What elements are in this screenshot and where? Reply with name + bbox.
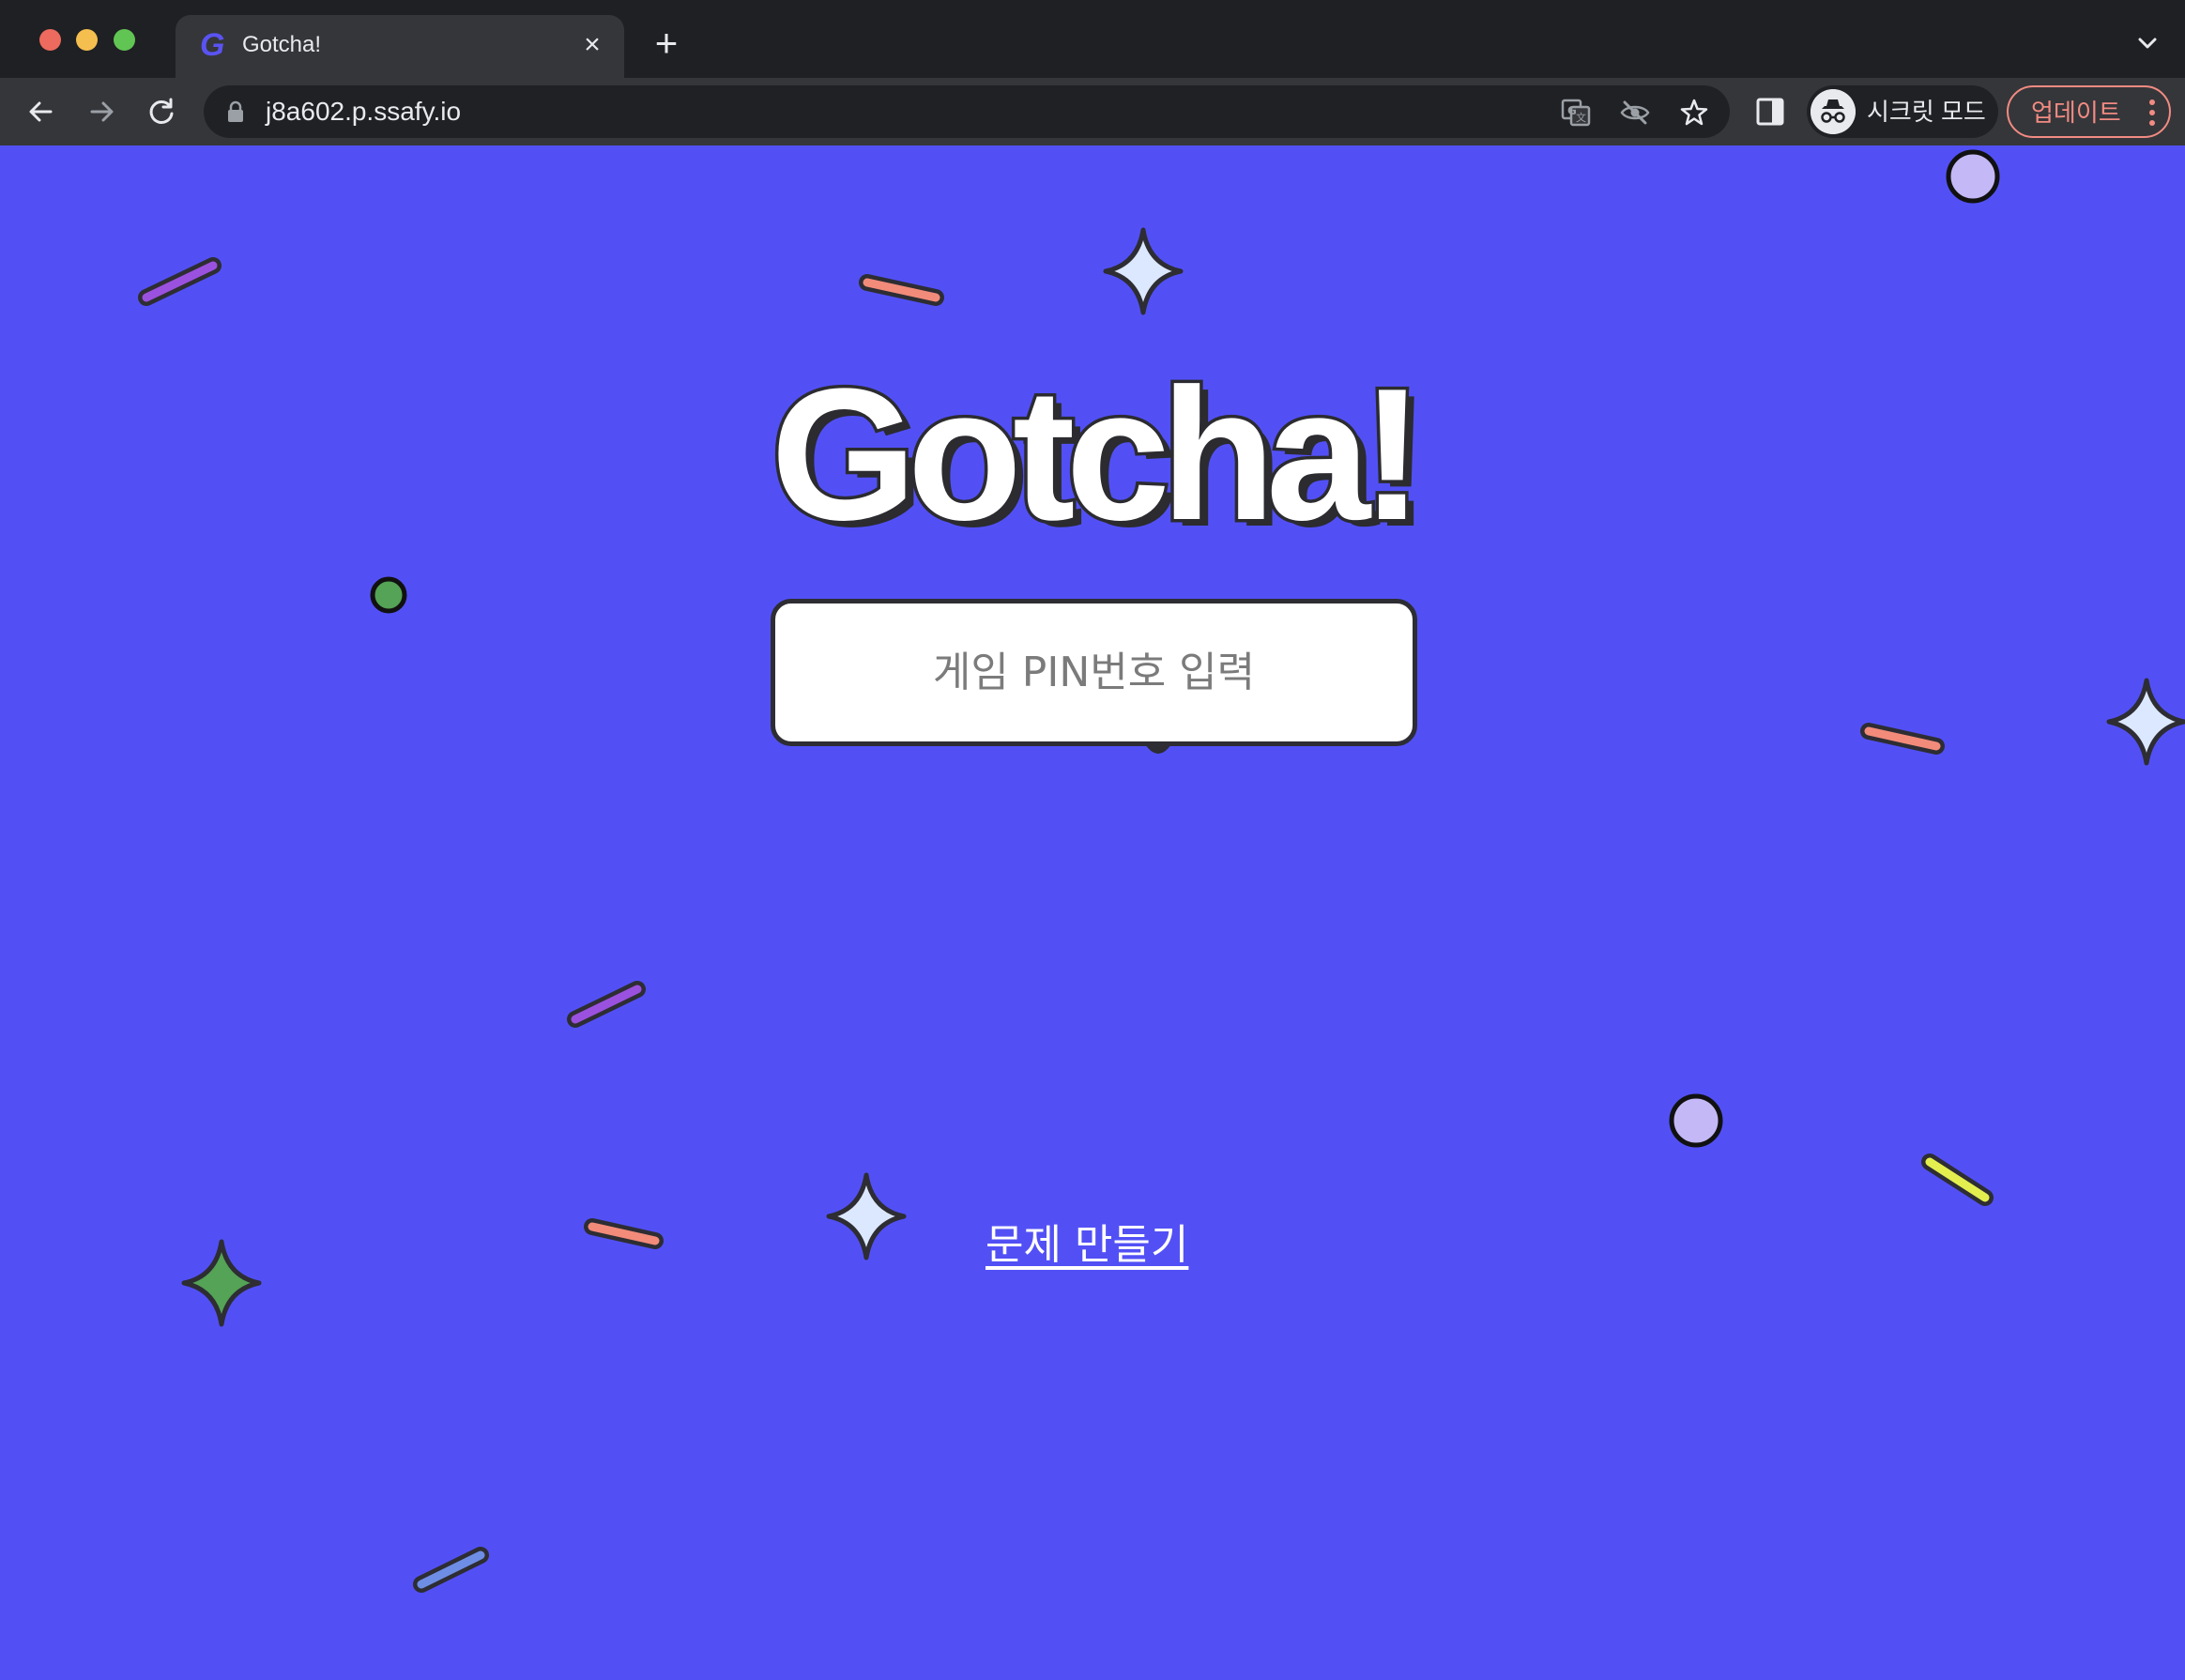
incognito-label: 시크릿 모드 (1867, 98, 1986, 126)
svg-text:文: 文 (1576, 111, 1586, 124)
pin-input-wrapper (771, 599, 1417, 754)
page-content: Gotcha! 문제 만들기 (0, 145, 2185, 1680)
confetti-sparkle (181, 1239, 262, 1327)
tab-gotcha[interactable]: G Gotcha! × (176, 15, 624, 78)
favicon-icon: G (200, 27, 225, 63)
confetti-pill (1925, 1157, 1990, 1202)
tab-close-icon[interactable]: × (575, 28, 609, 62)
address-bar[interactable]: j8a602.p.ssafy.io G 文 (204, 85, 1730, 138)
page-title: Gotcha! (768, 350, 1428, 559)
incognito-icon (1811, 89, 1856, 134)
star-icon[interactable] (1678, 97, 1710, 129)
url-text[interactable]: j8a602.p.ssafy.io (266, 98, 461, 126)
tab-title: Gotcha! (242, 32, 322, 57)
tab-strip: G Gotcha! × + (0, 0, 2185, 78)
update-label: 업데이트 (2031, 99, 2121, 127)
lock-icon[interactable] (226, 100, 245, 123)
confetti-sparkle (826, 1172, 907, 1260)
new-tab-button[interactable]: + (648, 23, 685, 63)
update-button[interactable]: 업데이트 (2007, 85, 2171, 138)
pin-input[interactable] (771, 599, 1417, 746)
more-icon[interactable] (2148, 99, 2156, 127)
side-panel-icon[interactable] (1755, 97, 1785, 127)
confetti-dot (370, 576, 407, 614)
zoom-window-button[interactable] (114, 29, 135, 51)
confetti-pill (142, 261, 218, 302)
confetti-sparkle (1103, 227, 1184, 315)
minimize-window-button[interactable] (76, 29, 98, 51)
confetti-dot (1946, 149, 2000, 204)
close-window-button[interactable] (39, 29, 61, 51)
incognito-chip[interactable]: 시크릿 모드 (1807, 85, 1998, 138)
confetti-pill (571, 985, 642, 1024)
input-tail-decoration (1143, 741, 1173, 754)
confetti-pill (417, 1550, 485, 1589)
back-icon[interactable] (23, 93, 60, 130)
forward-icon[interactable] (83, 93, 120, 130)
confetti-sparkle (2106, 678, 2185, 766)
confetti-dot (1669, 1093, 1723, 1148)
browser-chrome: G Gotcha! × + j8a602.p.ssafy.io G 文 시크릿 … (0, 0, 2185, 145)
toolbar: j8a602.p.ssafy.io G 文 시크릿 모드 업데이트 (0, 78, 2185, 145)
make-quiz-link[interactable]: 문제 만들기 (986, 1219, 1188, 1272)
eye-off-icon[interactable] (1619, 97, 1651, 129)
chevron-down-icon[interactable] (2132, 28, 2162, 58)
reload-icon[interactable] (143, 93, 180, 130)
translate-icon[interactable]: G 文 (1560, 97, 1592, 129)
